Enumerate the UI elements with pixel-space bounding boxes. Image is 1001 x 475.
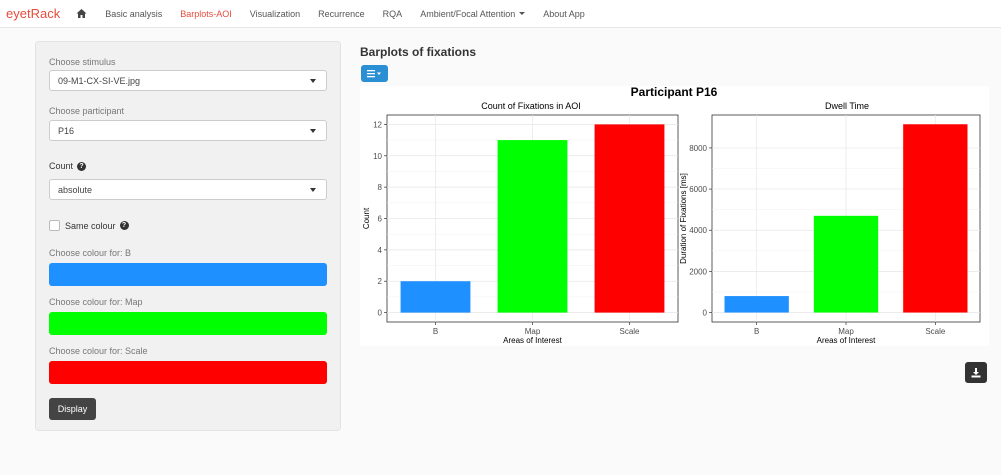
y-tick-label: 0 (378, 309, 383, 318)
page-title: Barplots of fixations (360, 45, 477, 59)
stimulus-value: 09-M1-CX-SI-VE.jpg (58, 75, 141, 86)
bar-scale (903, 124, 968, 313)
caret-down-icon (519, 12, 526, 15)
participant-label: Choose participant (49, 106, 125, 116)
same-colour-row: Same colour ? (49, 220, 129, 231)
barplot-figure: Participant P16 Count of Fixations in AO… (362, 85, 981, 345)
sidebar-panel: Choose stimulus 09-M1-CX-SI-VE.jpg Choos… (35, 41, 341, 431)
bar-b (400, 281, 471, 313)
same-colour-label: Same colour (65, 220, 116, 231)
chart-title: Dwell Time (825, 101, 869, 111)
colour-b-picker[interactable] (49, 263, 327, 286)
question-circle-icon[interactable]: ? (77, 161, 87, 171)
bar-map (497, 140, 568, 313)
dropdown-arrow-icon (310, 79, 316, 83)
participant-value: P16 (58, 125, 75, 136)
same-colour-checkbox[interactable] (49, 220, 60, 231)
nav-ambient-focal-label: Ambient/Focal Attention (420, 8, 516, 19)
y-tick-label: 8000 (689, 144, 707, 153)
colour-b-label: Choose colour for: B (49, 248, 132, 258)
y-tick-label: 6000 (689, 185, 707, 194)
x-tick-label: B (433, 327, 438, 336)
x-axis-label: Areas of Interest (817, 336, 876, 345)
nav-rqa[interactable]: RQA (383, 9, 403, 19)
y-tick-label: 8 (378, 183, 383, 192)
navbar: eyetRack Basic analysis Barplots-AOI Vis… (0, 0, 1001, 28)
participant-select[interactable]: P16 (49, 120, 327, 141)
colour-map-picker[interactable] (49, 312, 327, 335)
x-tick-label: Scale (619, 327, 640, 336)
display-button[interactable]: Display (49, 398, 96, 420)
nav-ambient-focal-attention[interactable]: Ambient/Focal Attention (420, 8, 526, 19)
plot-area: Participant P16 Count of Fixations in AO… (360, 85, 989, 346)
count-label: Count (49, 161, 74, 171)
x-axis-label: Areas of Interest (503, 336, 562, 345)
nav-basic-analysis[interactable]: Basic analysis (105, 9, 162, 19)
x-tick-label: Map (838, 327, 854, 336)
count-select[interactable]: absolute (49, 179, 327, 200)
y-tick-label: 12 (373, 120, 382, 129)
count-value: absolute (58, 184, 93, 195)
y-tick-label: 10 (373, 152, 382, 161)
y-tick-label: 4000 (689, 226, 707, 235)
hamburger-icon (367, 70, 381, 78)
participant-title: Participant P16 (631, 86, 718, 99)
download-icon (971, 367, 981, 377)
y-tick-label: 2 (378, 277, 383, 286)
bar-b (724, 296, 789, 313)
dropdown-arrow-icon (310, 129, 316, 133)
home-icon[interactable] (76, 8, 87, 19)
download-button[interactable] (965, 362, 987, 383)
chart-title: Count of Fixations in AOI (481, 101, 581, 111)
stimulus-select[interactable]: 09-M1-CX-SI-VE.jpg (49, 70, 327, 91)
menu-dropdown-button[interactable] (361, 65, 388, 82)
nav-recurrence[interactable]: Recurrence (318, 9, 365, 19)
colour-scale-picker[interactable] (49, 361, 327, 384)
x-tick-label: Map (525, 327, 541, 336)
nav-visualization[interactable]: Visualization (250, 9, 300, 19)
y-axis-label: Duration of Fixations [ms] (679, 173, 688, 264)
bar-map (813, 215, 879, 313)
brand-logo[interactable]: eyetRack (6, 6, 60, 21)
y-tick-label: 6 (378, 215, 383, 224)
bar-scale (594, 124, 665, 313)
y-tick-label: 2000 (689, 267, 707, 276)
count-label-row: Count ? (49, 161, 87, 171)
x-tick-label: B (754, 327, 759, 336)
y-axis-label: Count (362, 207, 371, 229)
nav-barplots-aoi[interactable]: Barplots-AOI (180, 9, 232, 19)
y-tick-label: 0 (703, 309, 708, 318)
nav-about-app[interactable]: About App (543, 9, 585, 19)
y-tick-label: 4 (378, 246, 383, 255)
question-circle-icon[interactable]: ? (119, 221, 129, 230)
colour-scale-label: Choose colour for: Scale (49, 346, 148, 356)
dropdown-arrow-icon (310, 188, 316, 192)
x-tick-label: Scale (925, 327, 946, 336)
colour-map-label: Choose colour for: Map (49, 297, 143, 307)
stimulus-label: Choose stimulus (49, 57, 116, 67)
